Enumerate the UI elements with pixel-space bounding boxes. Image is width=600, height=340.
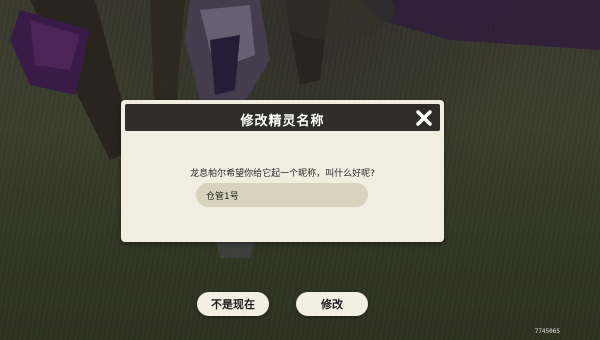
rename-pal-dialog: 修改精灵名称 龙息帕尔希望你给它起一个昵称，叫什么好呢? xyxy=(121,100,444,242)
close-icon xyxy=(416,110,432,126)
dialog-title: 修改精灵名称 xyxy=(240,114,325,129)
not-now-button[interactable]: 不是现在 xyxy=(197,292,269,316)
nickname-input[interactable] xyxy=(196,183,368,207)
dialog-header: 修改精灵名称 xyxy=(125,104,440,131)
close-button[interactable] xyxy=(413,107,435,129)
rename-prompt: 龙息帕尔希望你给它起一个昵称，叫什么好呢? xyxy=(190,169,375,179)
player-uid: 7745065 xyxy=(534,328,560,335)
confirm-rename-button[interactable]: 修改 xyxy=(296,292,368,316)
